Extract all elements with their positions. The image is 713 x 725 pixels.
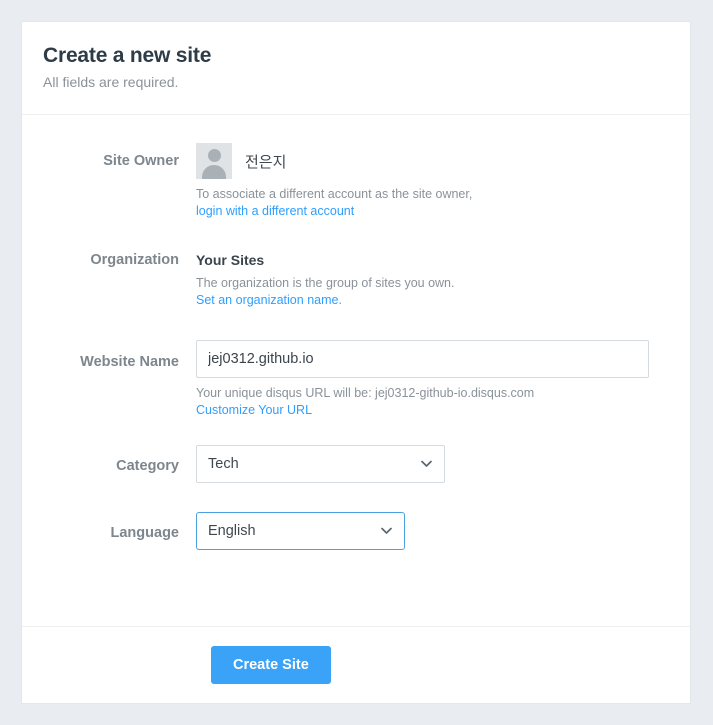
field-row-category: Category Tech [22,445,690,483]
set-organization-name-link[interactable]: Set an organization name. [196,292,342,308]
login-different-account-link[interactable]: login with a different account [196,203,354,219]
category-control: Tech [196,445,690,483]
language-control: English [196,512,690,550]
create-site-button[interactable]: Create Site [211,646,331,684]
field-row-website-name: Website Name Your unique disqus URL will… [22,340,690,419]
page-title: Create a new site [43,44,212,67]
language-label: Language [110,525,179,541]
site-owner-help-text: To associate a different account as the … [196,187,473,201]
organization-label: Organization [90,252,179,268]
card-footer: Create Site [22,627,690,702]
site-owner-label: Site Owner [103,153,179,169]
category-select[interactable]: Tech [196,445,445,483]
create-site-card: Create a new site All fields are require… [21,21,691,704]
category-selected-value: Tech [208,456,239,472]
language-selected-value: English [208,523,256,539]
avatar-body-shape [202,165,226,179]
user-avatar-placeholder-icon [196,143,232,179]
avatar-head-shape [207,149,221,162]
site-owner-identity: 전은지 [196,143,690,179]
website-name-input[interactable] [196,340,649,378]
organization-control: Your Sites The organization is the group… [196,251,690,309]
website-url-help-text: Your unique disqus URL will be: jej0312-… [196,386,535,400]
language-select-wrap: English [196,512,405,550]
customize-your-url-link[interactable]: Customize Your URL [196,402,312,418]
website-name-control: Your unique disqus URL will be: jej0312-… [196,340,690,419]
organization-value: Your Sites [196,252,265,268]
card-header: Create a new site All fields are require… [22,22,690,115]
site-owner-name: 전은지 [245,153,287,171]
category-select-wrap: Tech [196,445,445,483]
website-name-help: Your unique disqus URL will be: jej0312-… [196,385,690,419]
site-owner-control: 전은지 To associate a different account as … [196,143,690,220]
field-row-language: Language English [22,512,690,550]
language-select[interactable]: English [196,512,405,550]
page-subtitle: All fields are required. [43,74,179,91]
card-body: Site Owner 전은지 To associate a different … [22,115,690,627]
field-row-organization: Organization Your Sites The organization… [22,251,690,309]
category-label: Category [116,458,179,474]
organization-help: The organization is the group of sites y… [196,275,690,309]
website-name-label: Website Name [80,354,179,370]
field-row-site-owner: Site Owner 전은지 To associate a different … [22,143,690,220]
organization-help-text: The organization is the group of sites y… [196,276,455,290]
site-owner-help: To associate a different account as the … [196,186,690,220]
